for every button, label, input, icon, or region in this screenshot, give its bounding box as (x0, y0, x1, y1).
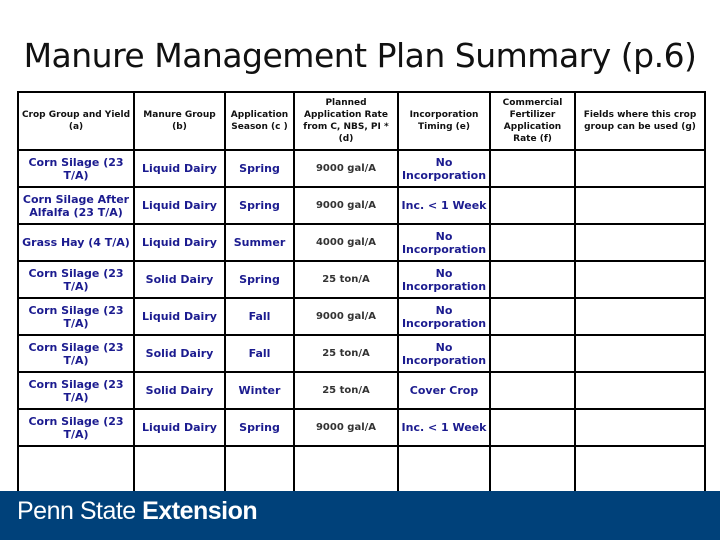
table-cell: Summer (224, 223, 295, 262)
manure-plan-table: Crop Group and Yield (a) Manure Group (b)… (17, 91, 706, 494)
penn-state-extension-logo: Penn State Extension (17, 497, 258, 526)
table-row: Corn Silage (23 T/A) Solid Dairy Spring 25 … (17, 260, 706, 299)
table-cell: Liquid Dairy (133, 223, 226, 262)
table-row: Corn Silage (23 T/A) Liquid Dairy Fall 9000… (17, 297, 706, 336)
table-cell: Inc. < 1 Week (397, 186, 491, 225)
table-cell: Spring (224, 149, 295, 188)
table-cell: Winter (224, 371, 295, 410)
table-cell: Corn Silage (23 T/A) (17, 149, 135, 188)
table-cell (574, 186, 706, 225)
table-cell (489, 149, 576, 188)
table-cell: 25 ton/A (293, 371, 399, 410)
table-cell (489, 297, 576, 336)
table-cell (293, 445, 399, 494)
table-cell: Corn Silage (23 T/A) (17, 297, 135, 336)
table-cell: 9000 gal/A (293, 186, 399, 225)
table-cell (574, 334, 706, 373)
table-cell: 25 ton/A (293, 260, 399, 299)
table-cell: Fall (224, 334, 295, 373)
logo-text-light: Penn State (17, 497, 136, 525)
table-cell (397, 445, 491, 494)
header-row: Crop Group and Yield (a) Manure Group (b)… (17, 91, 706, 151)
table-cell: 9000 gal/A (293, 408, 399, 447)
table-cell (574, 371, 706, 410)
table-cell (489, 260, 576, 299)
table-cell: Cover Crop (397, 371, 491, 410)
column-header: Manure Group (b) (133, 91, 226, 151)
table-cell: Grass Hay (4 T/A) (17, 223, 135, 262)
table-cell: No Incorporation (397, 260, 491, 299)
table-cell: Liquid Dairy (133, 297, 226, 336)
column-header: Fields where this crop group can be used… (574, 91, 706, 151)
table-cell: Spring (224, 408, 295, 447)
table-cell: Liquid Dairy (133, 408, 226, 447)
table-cell: Solid Dairy (133, 334, 226, 373)
table-cell: No Incorporation (397, 297, 491, 336)
column-header: Planned Application Rate from C, NBS, PI… (293, 91, 399, 151)
table-cell (574, 149, 706, 188)
table-cell (489, 408, 576, 447)
table-cell: 25 ton/A (293, 334, 399, 373)
table-cell (574, 445, 706, 494)
table-cell: 9000 gal/A (293, 297, 399, 336)
logo-text-bold: Extension (142, 497, 258, 525)
table-cell (489, 371, 576, 410)
table-cell: Spring (224, 186, 295, 225)
column-header: Application Season (c ) (224, 91, 295, 151)
table-cell (489, 445, 576, 494)
table-cell (574, 223, 706, 262)
table-row: Corn Silage (23 T/A) Liquid Dairy Spring 90… (17, 408, 706, 447)
table-cell: Solid Dairy (133, 371, 226, 410)
table-cell (17, 445, 135, 494)
slide-title: Manure Management Plan Summary (p.6) (23, 36, 697, 75)
table-cell: Fall (224, 297, 295, 336)
table-cell: No Incorporation (397, 334, 491, 373)
table-row: Grass Hay (4 T/A) Liquid Dairy Summer 4000 … (17, 223, 706, 262)
table-cell: Spring (224, 260, 295, 299)
table-cell (574, 260, 706, 299)
table-cell (133, 445, 226, 494)
table-cell: 9000 gal/A (293, 149, 399, 188)
table-cell (489, 186, 576, 225)
column-header: Commercial Fertilizer Application Rate (… (489, 91, 576, 151)
table-row (17, 445, 706, 494)
table-cell: Liquid Dairy (133, 149, 226, 188)
table-cell: Corn Silage (23 T/A) (17, 260, 135, 299)
table-cell (489, 223, 576, 262)
table-row: Corn Silage After Alfalfa (23 T/A) Liquid… (17, 186, 706, 225)
table-cell (574, 297, 706, 336)
table-cell (574, 408, 706, 447)
table-cell: Liquid Dairy (133, 186, 226, 225)
table-cell: No Incorporation (397, 149, 491, 188)
column-header: Incorporation Timing (e) (397, 91, 491, 151)
table-cell: Corn Silage (23 T/A) (17, 371, 135, 410)
table-cell (489, 334, 576, 373)
table-cell: Solid Dairy (133, 260, 226, 299)
table-cell: Corn Silage (23 T/A) (17, 334, 135, 373)
table-cell: Inc. < 1 Week (397, 408, 491, 447)
table-row: Corn Silage (23 T/A) Solid Dairy Winter 25 … (17, 371, 706, 410)
table-cell: Corn Silage After Alfalfa (23 T/A) (17, 186, 135, 225)
table-row: Corn Silage (23 T/A) Solid Dairy Fall 25 to… (17, 334, 706, 373)
footer-banner: Penn State Extension (0, 491, 720, 540)
table-cell: 4000 gal/A (293, 223, 399, 262)
table-cell: Corn Silage (23 T/A) (17, 408, 135, 447)
table-cell: No Incorporation (397, 223, 491, 262)
table-row: Corn Silage (23 T/A) Liquid Dairy Spring 90… (17, 149, 706, 188)
column-header: Crop Group and Yield (a) (17, 91, 135, 151)
table-cell (224, 445, 295, 494)
